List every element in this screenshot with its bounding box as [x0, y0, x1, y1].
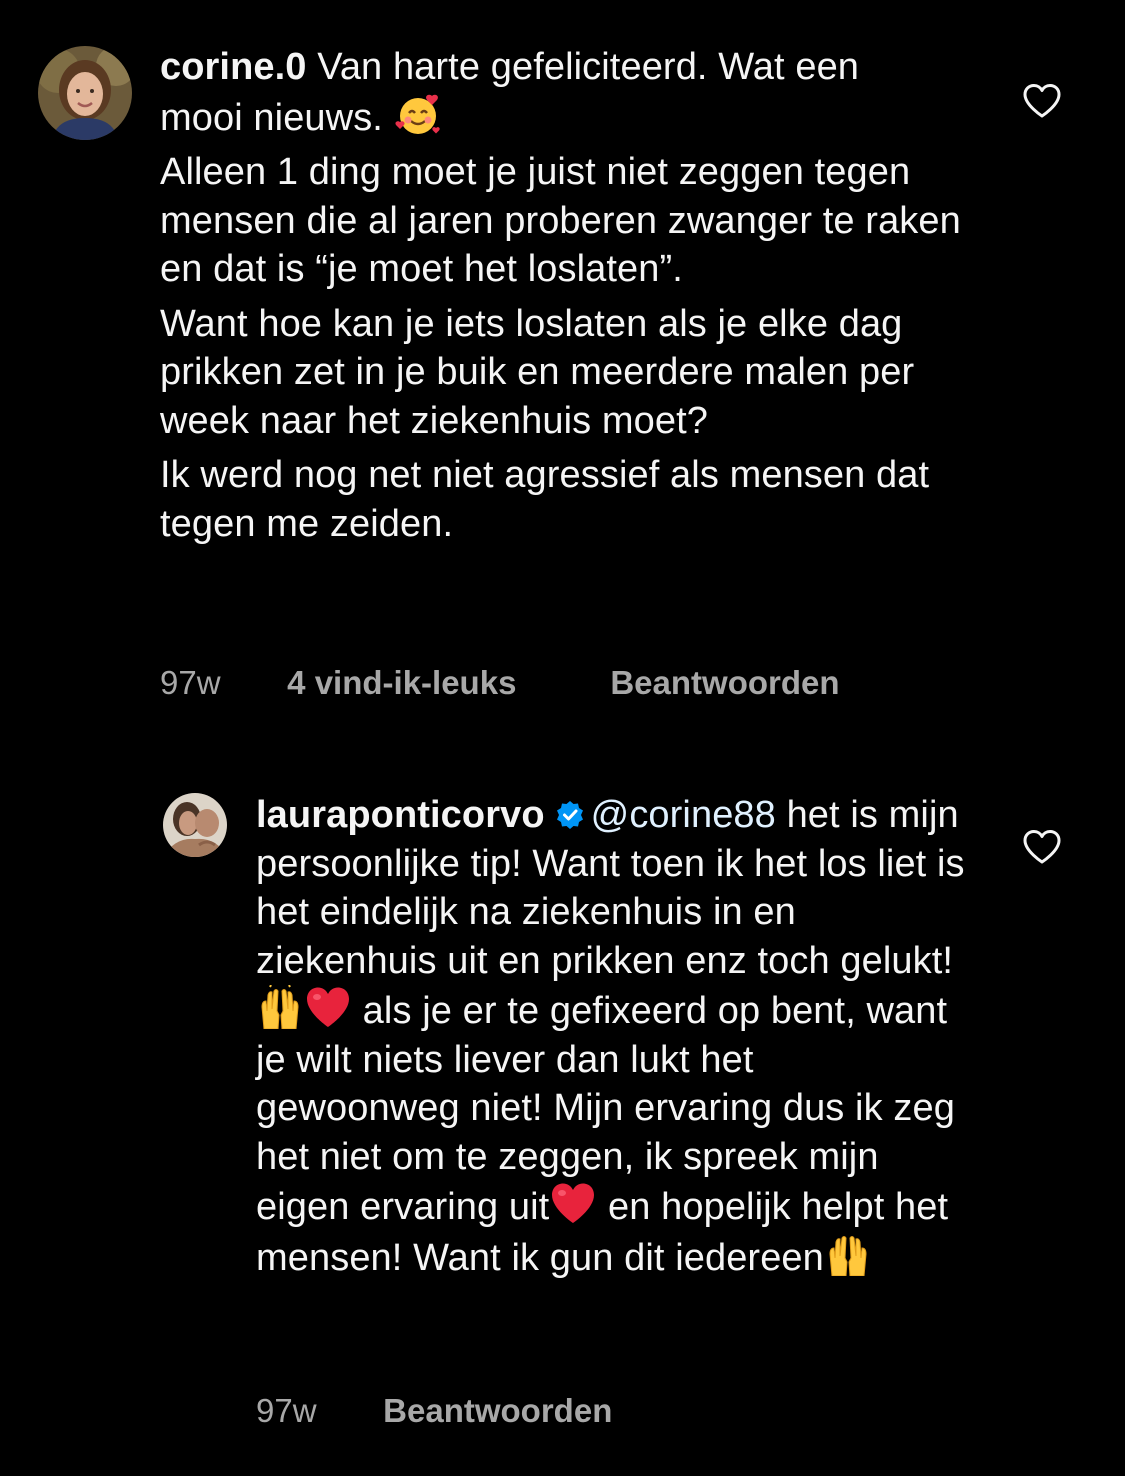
comment-username[interactable]: lauraponticorvo: [256, 794, 545, 836]
comment-timestamp: 97w: [160, 664, 221, 701]
avatar[interactable]: [38, 46, 132, 140]
mention-link[interactable]: @corine88: [591, 794, 776, 836]
verified-badge-icon: [555, 794, 585, 829]
comment-paragraph: Ik werd nog net niet agressief als mense…: [160, 454, 930, 545]
comment-text: lauraponticorvo @corine88 het is mijn pe…: [256, 791, 966, 1282]
red-heart-emoji: [549, 1181, 597, 1225]
comment-username[interactable]: corine.0: [160, 46, 307, 88]
comment-text: corine.0 Van harte gefeliciteerd. Wat ee…: [160, 43, 990, 554]
heart-outline-icon[interactable]: [1022, 829, 1062, 865]
comment-lauraponticorvo: lauraponticorvo @corine88 het is mijn pe…: [0, 740, 1125, 1476]
avatar[interactable]: [163, 793, 227, 857]
red-heart-emoji: [304, 985, 352, 1029]
reply-button[interactable]: Beantwoorden: [383, 1392, 612, 1430]
heart-outline-icon[interactable]: [1022, 83, 1062, 119]
comment-line: Van harte gefeliciteerd. Wat een: [317, 46, 860, 88]
comment-corine: corine.0 Van harte gefeliciteerd. Wat ee…: [0, 0, 1125, 740]
comment-meta: 97w Beantwoorden: [256, 1392, 612, 1430]
raising-hands-emoji: [824, 1232, 872, 1276]
comment-paragraph: Alleen 1 ding moet je juist niet zeggen …: [160, 151, 961, 290]
raising-hands-emoji: [256, 985, 304, 1029]
comment-paragraph: Want hoe kan je iets loslaten als je elk…: [160, 302, 915, 442]
comment-timestamp: 97w: [256, 1392, 317, 1429]
comment-meta: 97w 4 vind-ik-leuks Beantwoorden: [160, 664, 840, 702]
reply-button[interactable]: Beantwoorden: [610, 664, 839, 702]
likes-count[interactable]: 4 vind-ik-leuks: [287, 664, 601, 702]
smiling-face-with-hearts-emoji: [394, 92, 442, 136]
comment-line: mooi nieuws.: [160, 96, 383, 139]
